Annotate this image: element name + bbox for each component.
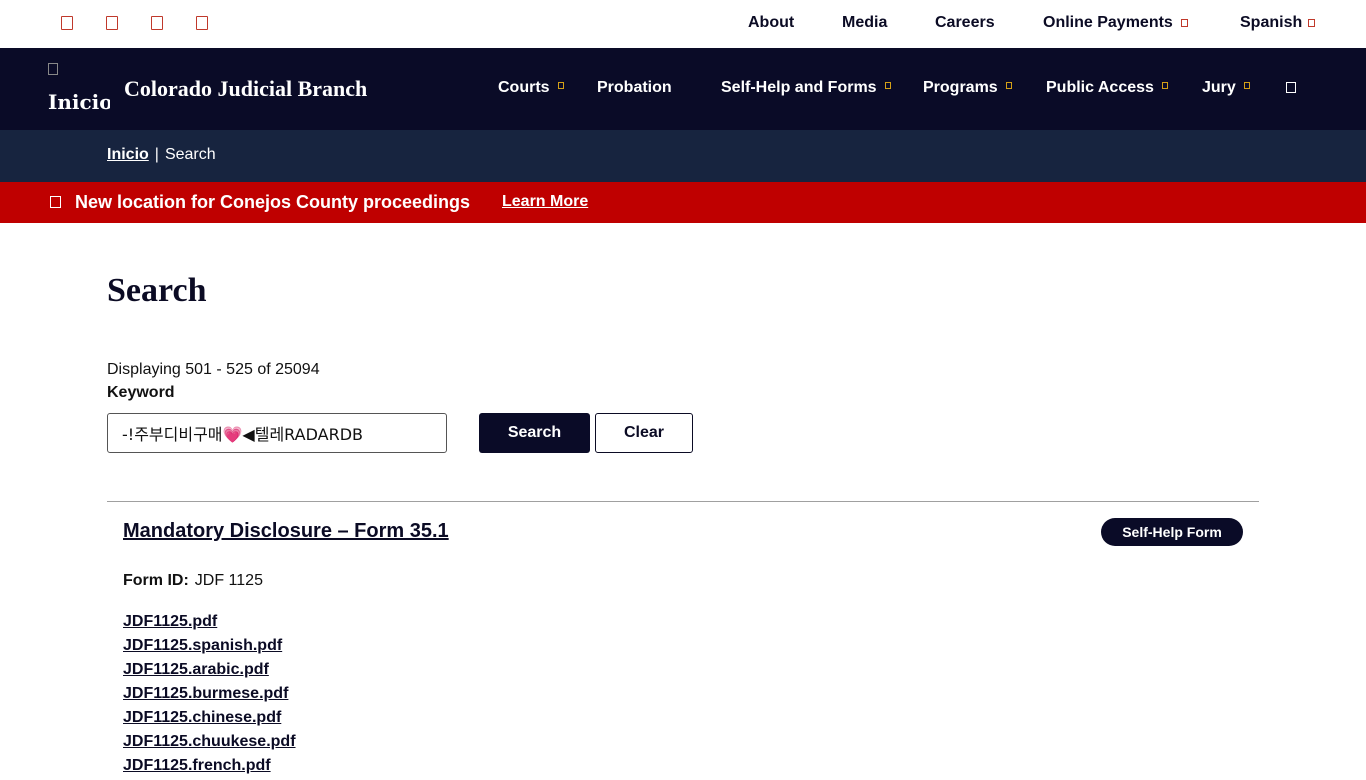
file-link[interactable]: JDF1125.arabic.pdf	[123, 661, 269, 678]
utility-links: About Media Careers Online Payments Span…	[0, 14, 1366, 34]
nav-label: Programs	[923, 79, 998, 96]
nav-programs[interactable]: Programs	[923, 79, 1012, 97]
form-id: Form ID: JDF 1125	[123, 572, 263, 590]
chevron-down-icon	[1161, 82, 1168, 90]
keyword-input[interactable]	[107, 413, 447, 453]
utility-link-media[interactable]: Media	[842, 14, 887, 32]
chevron-down-icon	[1180, 18, 1188, 27]
alert-banner: New location for Conejos County proceedi…	[0, 182, 1366, 223]
utility-link-about[interactable]: About	[748, 14, 794, 32]
list-item: JDF1125.chinese.pdf	[123, 708, 296, 732]
clear-button[interactable]: Clear	[595, 413, 693, 453]
nav-public-access[interactable]: Public Access	[1046, 79, 1168, 97]
alert-icon	[50, 196, 61, 208]
result-type-badge: Self-Help Form	[1101, 518, 1243, 546]
file-link[interactable]: JDF1125.french.pdf	[123, 757, 271, 774]
file-list: JDF1125.pdf JDF1125.spanish.pdf JDF1125.…	[123, 612, 296, 780]
results-count: Displaying 501 - 525 of 25094	[107, 361, 320, 378]
file-link[interactable]: JDF1125.chinese.pdf	[123, 709, 281, 726]
chevron-down-icon	[1243, 82, 1250, 90]
utility-link-spanish[interactable]: Spanish	[1240, 14, 1316, 32]
search-icon[interactable]	[1286, 82, 1296, 93]
nav-label: Jury	[1202, 79, 1236, 96]
utility-link-online-payments[interactable]: Online Payments	[1043, 14, 1188, 32]
logo-image[interactable]: Inicio	[48, 60, 110, 116]
broken-image-icon	[48, 63, 58, 75]
nav-jury[interactable]: Jury	[1202, 79, 1250, 97]
breadcrumb-trail: Inicio | Search	[107, 146, 216, 164]
breadcrumb-home[interactable]: Inicio	[107, 146, 149, 163]
chevron-down-icon	[557, 82, 564, 90]
breadcrumb: Inicio | Search	[0, 130, 1366, 182]
list-item: JDF1125.spanish.pdf	[123, 636, 296, 660]
chevron-down-icon	[1308, 18, 1316, 27]
utility-link-careers[interactable]: Careers	[935, 14, 995, 32]
alert-message: New location for Conejos County proceedi…	[75, 192, 471, 212]
list-item: JDF1125.arabic.pdf	[123, 660, 296, 684]
divider	[107, 501, 1259, 502]
nav-label: Probation	[597, 79, 672, 96]
site-brand[interactable]: Colorado Judicial Branch	[124, 76, 367, 102]
file-link[interactable]: JDF1125.pdf	[123, 613, 217, 630]
form-id-label: Form ID:	[123, 572, 189, 589]
nav-label: Self-Help and Forms	[721, 79, 877, 96]
result-title-link[interactable]: Mandatory Disclosure – Form 35.1	[123, 520, 449, 543]
alert-learn-more-link[interactable]: Learn More	[502, 193, 588, 211]
chevron-down-icon	[884, 82, 891, 90]
page-title: Search	[107, 272, 207, 309]
breadcrumb-current: Search	[164, 146, 216, 163]
nav-courts[interactable]: Courts	[498, 79, 564, 97]
file-link[interactable]: JDF1125.burmese.pdf	[123, 685, 288, 702]
list-item: JDF1125.chuukese.pdf	[123, 732, 296, 756]
main-header: Inicio Colorado Judicial Branch Courts P…	[0, 48, 1366, 130]
utility-bar: About Media Careers Online Payments Span…	[0, 0, 1366, 48]
nav-label: Public Access	[1046, 79, 1154, 96]
chevron-down-icon	[1005, 82, 1012, 90]
nav-self-help-forms[interactable]: Self-Help and Forms	[721, 79, 891, 97]
list-item: JDF1125.french.pdf	[123, 756, 296, 780]
breadcrumb-separator: |	[154, 146, 159, 163]
list-item: JDF1125.pdf	[123, 612, 296, 636]
keyword-label: Keyword	[107, 384, 175, 401]
nav-probation[interactable]: Probation	[597, 79, 672, 97]
file-link[interactable]: JDF1125.chuukese.pdf	[123, 733, 296, 750]
nav-label: Courts	[498, 79, 550, 96]
form-id-value: JDF 1125	[194, 572, 263, 589]
search-button[interactable]: Search	[479, 413, 590, 453]
logo-alt-text: Inicio	[48, 90, 110, 114]
list-item: JDF1125.burmese.pdf	[123, 684, 296, 708]
file-link[interactable]: JDF1125.spanish.pdf	[123, 637, 282, 654]
spanish-label: Spanish	[1240, 14, 1303, 31]
online-payments-label: Online Payments	[1043, 14, 1173, 31]
